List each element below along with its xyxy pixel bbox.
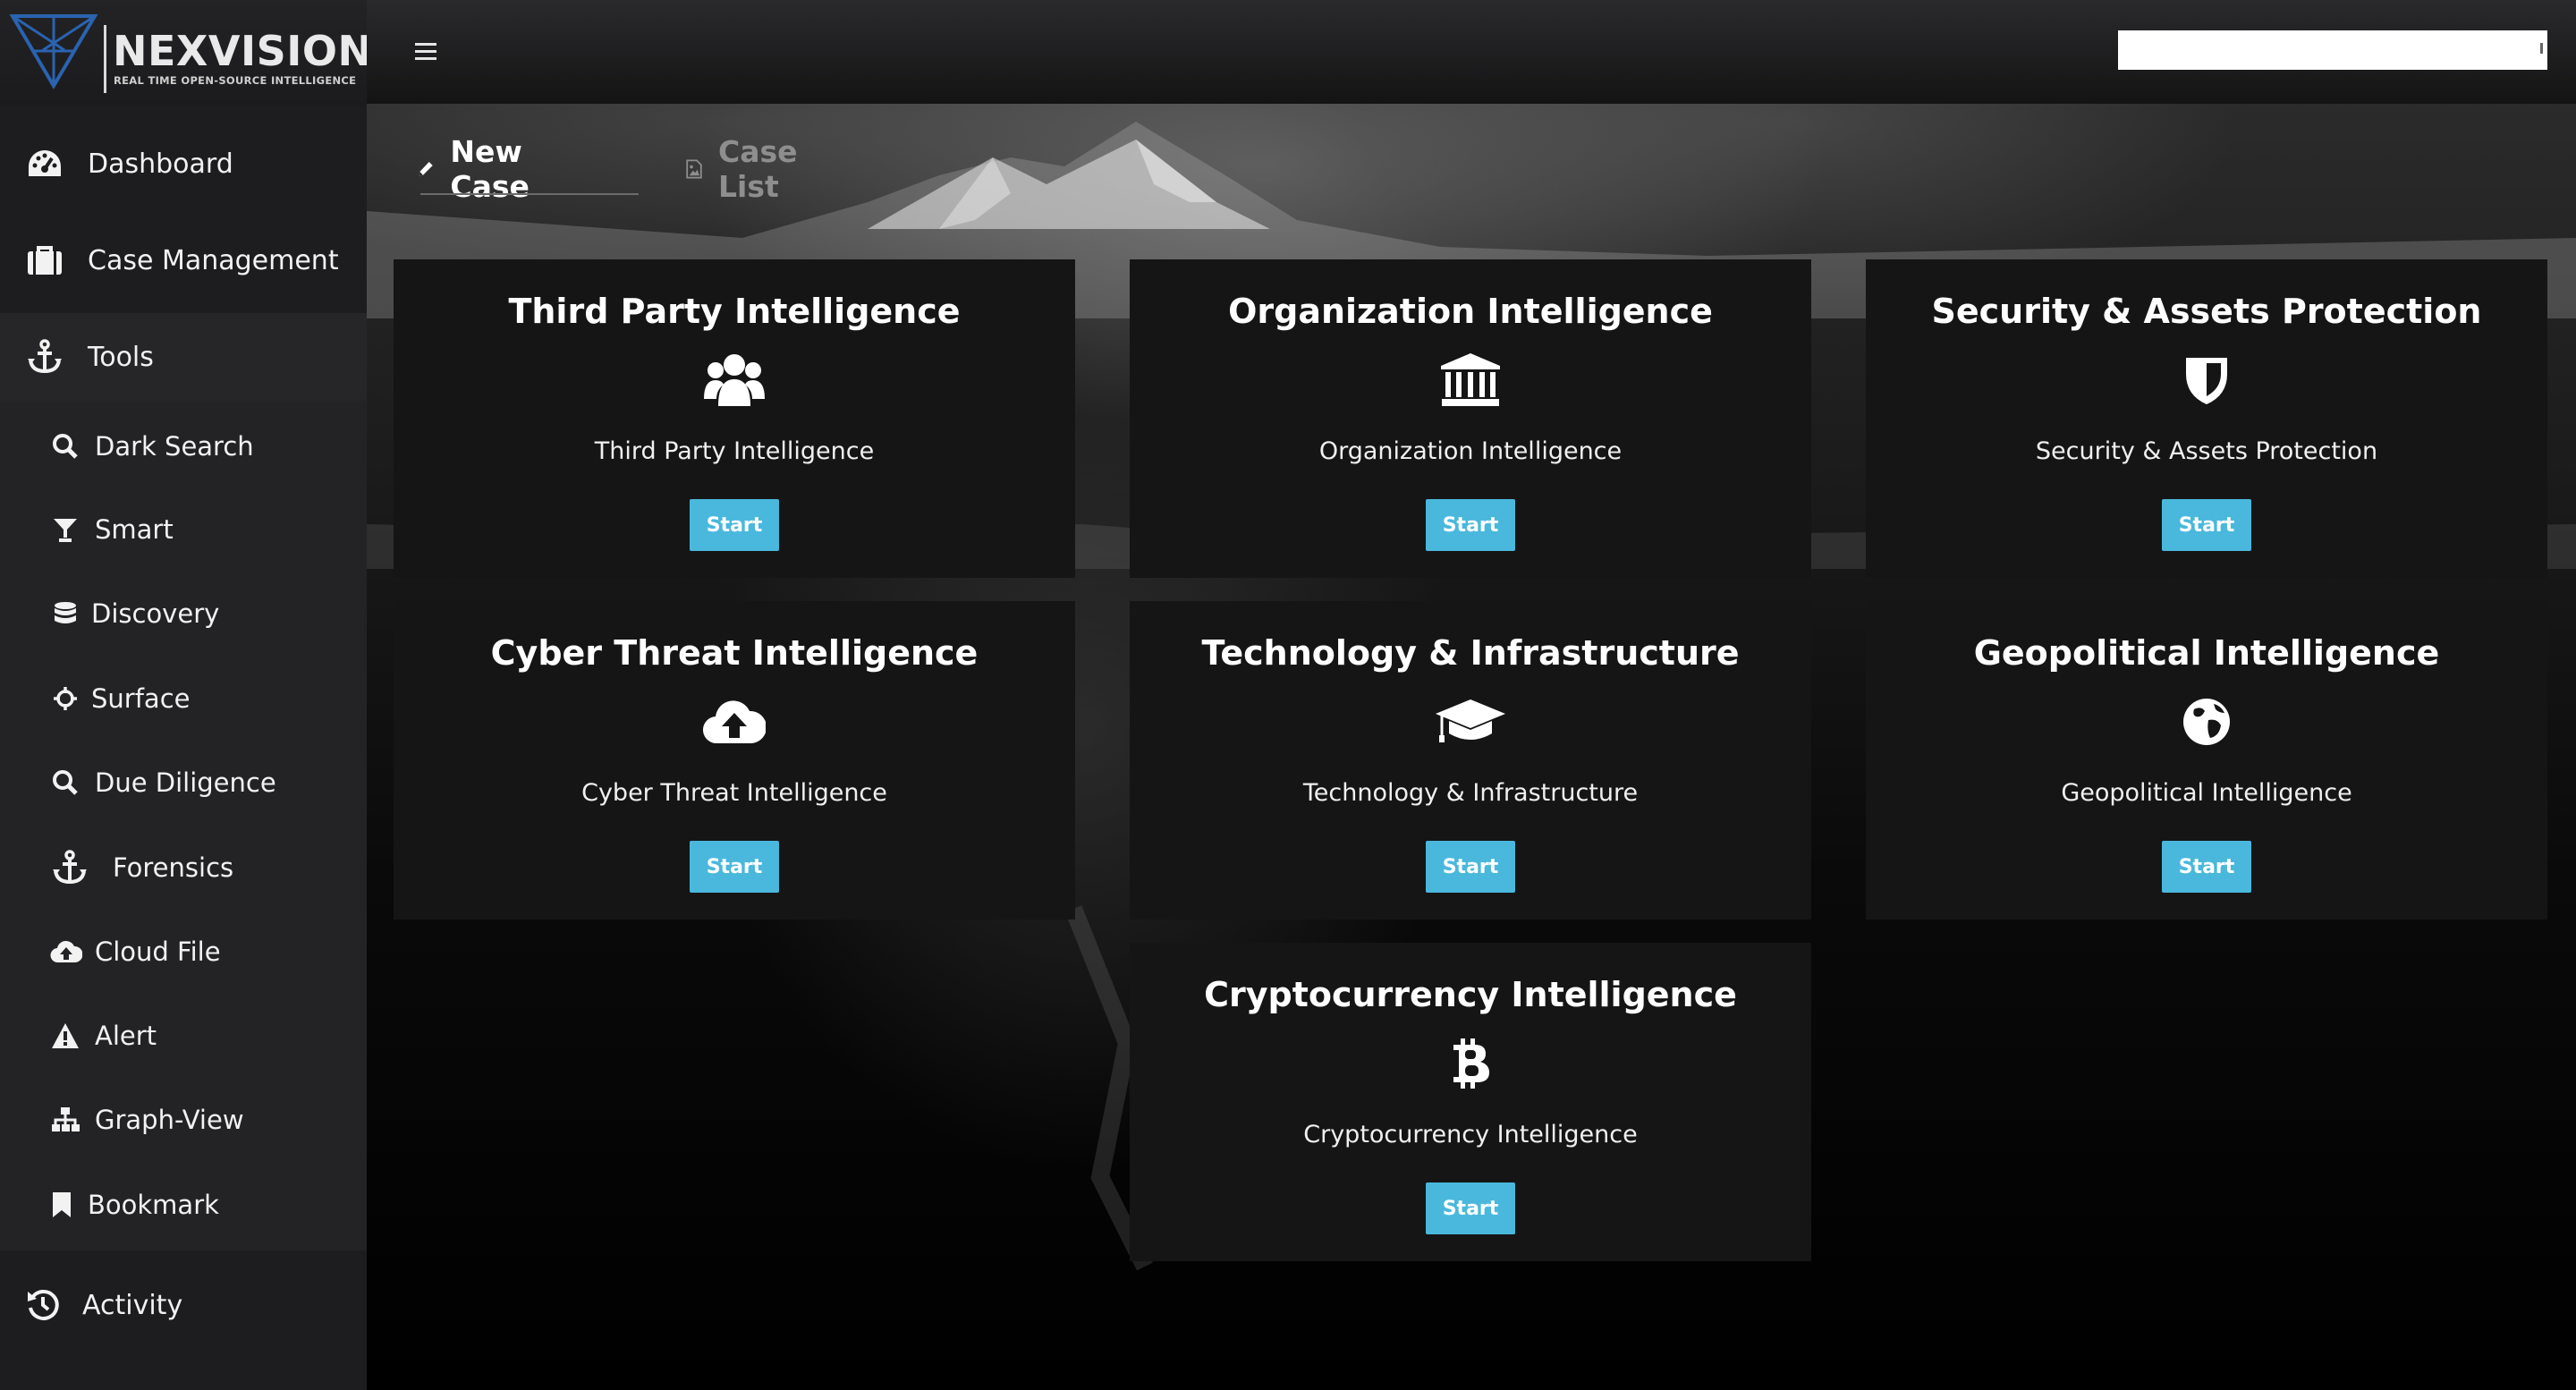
- shield-icon: [2186, 358, 2227, 404]
- pencil-icon: [419, 162, 433, 176]
- sidebar-item-graph-view[interactable]: Graph-View: [0, 1096, 367, 1144]
- image-file-icon: [686, 159, 702, 179]
- briefcase-icon: [25, 244, 64, 276]
- sidebar-item-smart[interactable]: Smart: [0, 505, 367, 554]
- sidebar-item-label: Activity: [82, 1289, 183, 1321]
- graduation-cap-icon: [1436, 699, 1505, 742]
- card-technology-infrastructure: Technology & Infrastructure Technology &…: [1130, 601, 1811, 920]
- sitemap-icon: [50, 1106, 80, 1133]
- cloud-upload-icon: [50, 939, 82, 964]
- tab-label: Case List: [717, 134, 798, 204]
- card-title: Geopolitical Intelligence: [1973, 633, 2440, 673]
- start-button[interactable]: Start: [2162, 841, 2251, 893]
- sidebar-item-forensics[interactable]: Forensics: [0, 843, 367, 892]
- sidebar-item-case-management[interactable]: Case Management: [0, 231, 367, 290]
- card-description: Security & Assets Protection: [2035, 437, 2378, 465]
- start-button[interactable]: Start: [690, 841, 779, 893]
- card-title: Cyber Threat Intelligence: [490, 633, 979, 673]
- brand-divider: [104, 25, 106, 93]
- card-description: Geopolitical Intelligence: [2061, 779, 2352, 807]
- sidebar-item-label: Graph-View: [95, 1105, 244, 1135]
- sidebar-item-label: Bookmark: [88, 1190, 219, 1220]
- sidebar-item-dark-search[interactable]: Dark Search: [0, 422, 367, 470]
- sidebar-item-label: Discovery: [91, 598, 220, 629]
- bitcoin-icon: [1453, 1038, 1489, 1089]
- start-button[interactable]: Start: [2162, 499, 2251, 551]
- sidebar-item-due-diligence[interactable]: Due Diligence: [0, 759, 367, 807]
- card-description: Organization Intelligence: [1318, 437, 1623, 465]
- main-content: New Case Case List Third Party Intellige…: [367, 104, 2576, 1390]
- sidebar-item-tools[interactable]: Tools: [0, 327, 367, 386]
- history-icon: [25, 1288, 61, 1322]
- start-button[interactable]: Start: [1426, 841, 1515, 893]
- sidebar-item-surface[interactable]: Surface: [0, 674, 367, 723]
- hamburger-icon[interactable]: [415, 43, 436, 61]
- sidebar-item-cloud-file[interactable]: Cloud File: [0, 928, 367, 976]
- header-search-input[interactable]: [2118, 30, 2547, 70]
- card-third-party-intelligence: Third Party Intelligence Third Party Int…: [394, 259, 1075, 578]
- card-title: Third Party Intelligence: [508, 292, 961, 331]
- card-cryptocurrency-intelligence: Cryptocurrency Intelligence Cryptocurren…: [1130, 943, 1811, 1261]
- active-tab-underline: [420, 193, 639, 195]
- sidebar-item-label: Case Management: [88, 244, 339, 276]
- search-icon: [50, 433, 80, 460]
- sidebar-item-discovery[interactable]: Discovery: [0, 589, 367, 638]
- sidebar-item-bookmark[interactable]: Bookmark: [0, 1181, 367, 1229]
- card-security-assets-protection: Security & Assets Protection Security & …: [1866, 259, 2547, 578]
- dashboard-icon: [25, 148, 64, 180]
- card-description: Technology & Infrastructure: [1302, 779, 1639, 807]
- sidebar-item-label: Dark Search: [95, 431, 254, 462]
- users-icon: [704, 354, 765, 406]
- card-title: Technology & Infrastructure: [1201, 633, 1740, 673]
- start-button[interactable]: Start: [1426, 499, 1515, 551]
- sidebar: NEXVISION REAL TIME OPEN-SOURCE INTELLIG…: [0, 0, 372, 1390]
- globe-icon: [2183, 699, 2230, 745]
- card-title: Cryptocurrency Intelligence: [1204, 975, 1737, 1014]
- bookmark-icon: [50, 1191, 73, 1218]
- database-icon: [50, 600, 80, 627]
- search-scroll-indicator: [2540, 43, 2543, 54]
- sidebar-item-alert[interactable]: Alert: [0, 1012, 367, 1060]
- search-icon: [50, 769, 80, 796]
- nexvision-logo-icon: [9, 14, 98, 89]
- sidebar-item-dashboard[interactable]: Dashboard: [0, 134, 367, 193]
- card-description: Cyber Threat Intelligence: [581, 779, 887, 807]
- cloud-upload-icon: [703, 700, 766, 744]
- sidebar-item-activity[interactable]: Activity: [0, 1276, 367, 1335]
- warning-icon: [50, 1022, 80, 1049]
- anchor-icon: [25, 339, 64, 375]
- sidebar-item-label: Cloud File: [95, 937, 221, 967]
- card-title: Security & Assets Protection: [1931, 292, 2482, 331]
- brand-tagline: REAL TIME OPEN-SOURCE INTELLIGENCE: [114, 74, 357, 87]
- brand-name: NEXVISION: [113, 27, 373, 75]
- sidebar-item-label: Smart: [95, 514, 174, 545]
- crosshair-icon: [50, 685, 80, 712]
- sidebar-item-label: Alert: [95, 1021, 157, 1051]
- card-description: Cryptocurrency Intelligence: [1303, 1121, 1638, 1148]
- tab-case-list[interactable]: Case List: [686, 134, 809, 204]
- anchor-icon: [50, 850, 89, 886]
- sidebar-item-label: Tools: [88, 341, 154, 373]
- filter-icon: [50, 516, 80, 543]
- card-organization-intelligence: Organization Intelligence Organization I…: [1130, 259, 1811, 578]
- sidebar-item-label: Surface: [91, 683, 191, 714]
- sidebar-item-label: Dashboard: [88, 148, 233, 180]
- card-geopolitical-intelligence: Geopolitical Intelligence Geopolitical I…: [1866, 601, 2547, 920]
- brand[interactable]: NEXVISION REAL TIME OPEN-SOURCE INTELLIG…: [0, 0, 372, 106]
- start-button[interactable]: Start: [1426, 1182, 1515, 1234]
- bank-icon: [1441, 353, 1500, 406]
- card-description: Third Party Intelligence: [594, 437, 875, 465]
- sidebar-item-label: Due Diligence: [95, 767, 276, 798]
- sidebar-item-label: Forensics: [113, 852, 234, 883]
- card-cyber-threat-intelligence: Cyber Threat Intelligence Cyber Threat I…: [394, 601, 1075, 920]
- card-title: Organization Intelligence: [1228, 292, 1713, 331]
- start-button[interactable]: Start: [690, 499, 779, 551]
